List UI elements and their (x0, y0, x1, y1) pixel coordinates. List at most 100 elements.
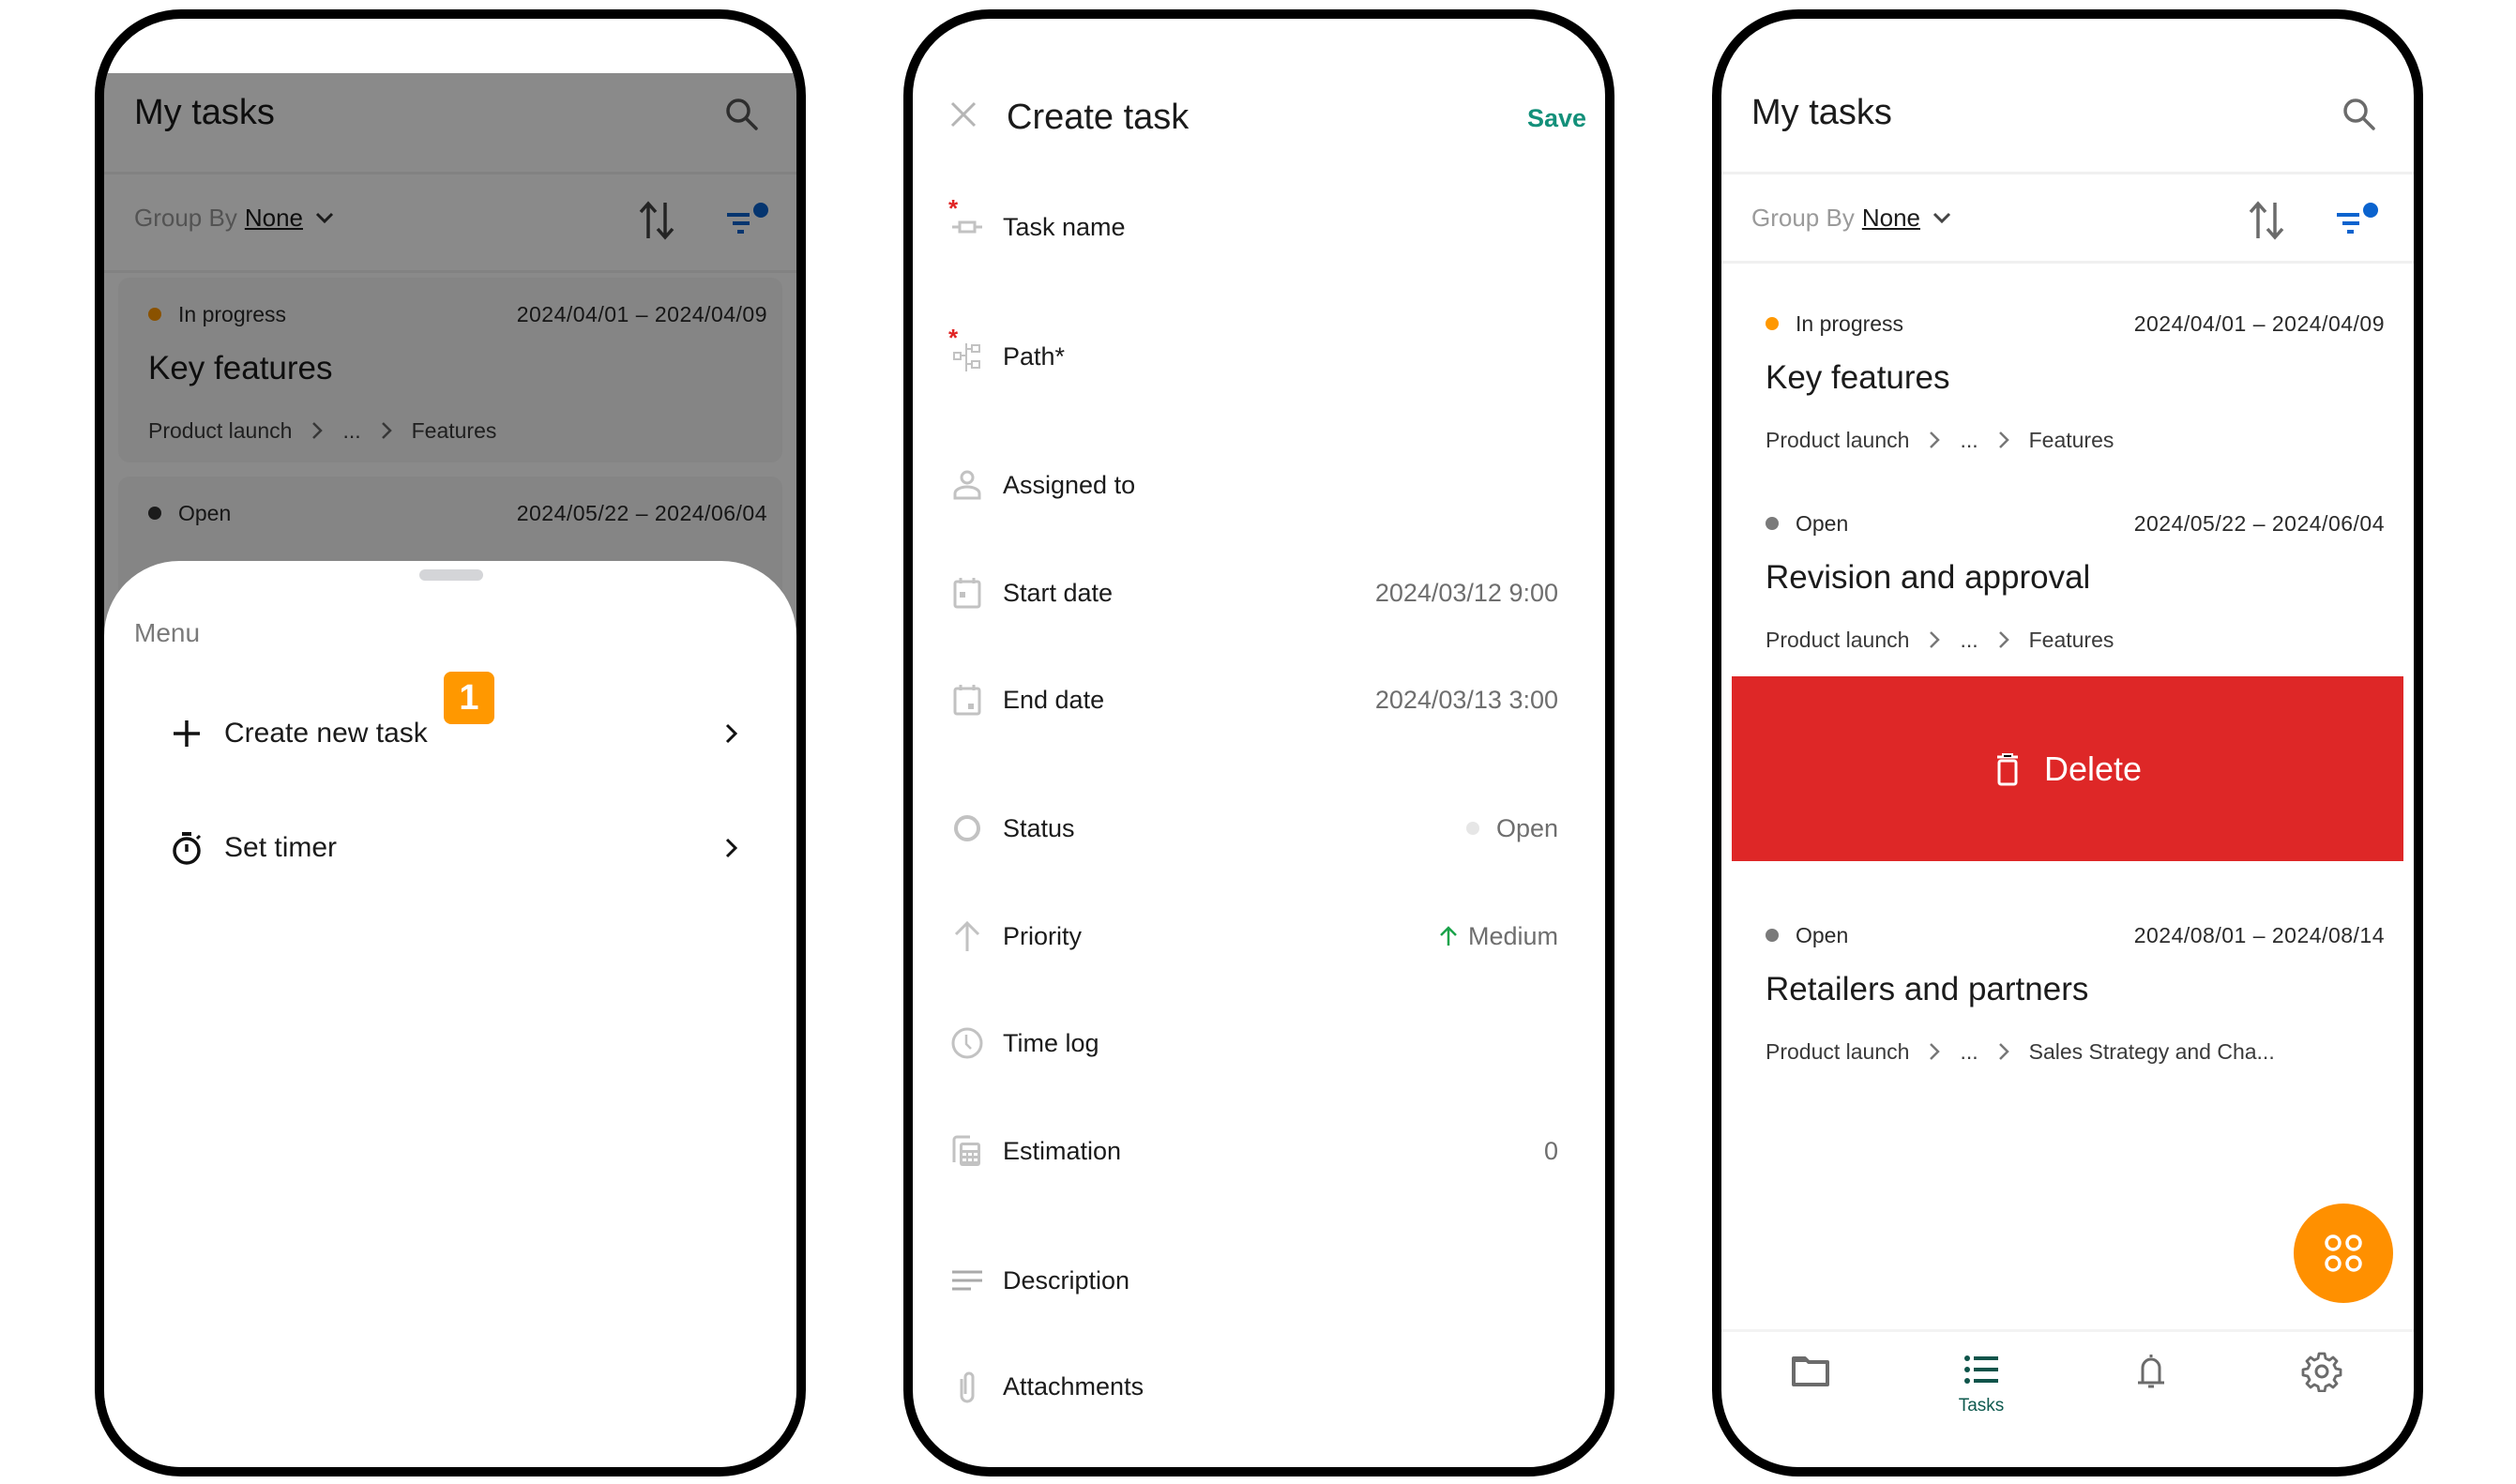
chevron-right-icon (1998, 1043, 2009, 1060)
search-icon[interactable] (2341, 96, 2378, 133)
chevron-right-icon (725, 838, 738, 858)
path-segment: Product launch (1766, 428, 1910, 452)
task-path: Product launch ... Features (1766, 626, 2114, 654)
task-title: Revision and approval (1766, 559, 2091, 596)
end-date-value: 2024/03/13 3:00 (1374, 685, 1558, 714)
field-label: End date (1003, 685, 1105, 714)
chevron-down-icon (1932, 212, 1951, 224)
phone-create-task-screen: Create task Save * Task name * Path* Ass… (903, 9, 1614, 1476)
status-field[interactable]: Status Open (950, 807, 1558, 850)
task-card[interactable]: Open 2024/08/01 – 2024/08/14 Retailers a… (1735, 899, 2400, 1083)
task-dates: 2024/05/22 – 2024/06/04 (2133, 511, 2385, 536)
task-title: Retailers and partners (1766, 971, 2089, 1007)
field-label: Status (1003, 813, 1075, 842)
path-segment: ... (1960, 628, 1978, 652)
required-marker: * (948, 324, 959, 352)
status-label: Open (1796, 511, 1849, 536)
field-label: Start date (1003, 578, 1114, 607)
status-dot (1465, 822, 1479, 835)
attachments-field[interactable]: Attachments (950, 1365, 1558, 1408)
priority-value: Medium (1467, 921, 1558, 950)
field-label: Attachments (1003, 1371, 1144, 1401)
priority-field[interactable]: Priority Medium (950, 915, 1558, 958)
bottom-navigation: Tasks (1721, 1329, 2414, 1445)
arrow-up-icon (954, 920, 980, 951)
status-dot (1766, 517, 1779, 530)
menu-item-set-timer[interactable]: Set timer (170, 820, 740, 876)
path-field[interactable]: * Path* (948, 326, 1558, 378)
chevron-right-icon (1998, 631, 2009, 648)
step-badge: 1 (444, 672, 494, 724)
divider (1721, 172, 2414, 174)
field-label: Task name (1003, 212, 1126, 241)
nav-item-settings[interactable] (2275, 1351, 2369, 1392)
task-name-field[interactable]: * Task name (948, 196, 1558, 249)
time-log-field[interactable]: Time log (950, 1022, 1558, 1065)
clock-icon (951, 1027, 983, 1059)
start-date-field[interactable]: Start date 2024/03/12 9:00 (950, 571, 1558, 614)
save-button[interactable]: Save (1527, 103, 1586, 133)
task-dates: 2024/08/01 – 2024/08/14 (2133, 923, 2385, 947)
task-card[interactable]: Open 2024/05/22 – 2024/06/04 Revision an… (1735, 487, 2400, 672)
path-segment: Features (2028, 428, 2114, 452)
status-label: In progress (1796, 311, 1904, 336)
divider (1721, 261, 2414, 264)
phone-menu-screen: My tasks Group By None In progress 2024/… (95, 9, 806, 1476)
delete-swipe-button[interactable]: Delete (1732, 676, 2403, 861)
field-label: Path* (1003, 341, 1066, 371)
chevron-right-icon (1930, 631, 1941, 648)
chevron-right-icon (725, 723, 738, 744)
nav-item-notifications[interactable] (2104, 1351, 2198, 1392)
chevron-right-icon (1930, 432, 1941, 448)
estimation-field[interactable]: Estimation 0 (950, 1129, 1558, 1173)
nav-item-projects[interactable] (1764, 1351, 1857, 1392)
calendar-start-icon (953, 578, 981, 609)
folder-icon (1792, 1356, 1829, 1386)
sort-icon[interactable] (2247, 199, 2288, 242)
calculator-icon (952, 1135, 980, 1166)
task-status: Open (1766, 509, 1848, 538)
path-segment: ... (1960, 428, 1978, 452)
start-date-value: 2024/03/12 9:00 (1374, 578, 1558, 607)
drag-handle[interactable] (419, 569, 483, 581)
status-label: Open (1796, 923, 1849, 947)
bell-icon (2138, 1355, 2164, 1388)
task-dates: 2024/04/01 – 2024/04/09 (2133, 311, 2385, 336)
priority-arrow-icon (1440, 926, 1457, 946)
nav-item-tasks[interactable]: Tasks (1934, 1351, 2028, 1416)
chevron-right-icon (1930, 1043, 1941, 1060)
group-by-label: Group By (1751, 204, 1855, 232)
task-status: In progress (1766, 310, 1903, 338)
status-dot (1766, 317, 1779, 330)
status-circle-icon (954, 815, 980, 841)
path-segment: Product launch (1766, 628, 1910, 652)
field-label: Assigned to (1003, 470, 1136, 499)
description-field[interactable]: Description (950, 1259, 1558, 1302)
close-icon[interactable] (950, 101, 977, 128)
grid-dots-icon (2325, 1234, 2362, 1272)
stopwatch-icon (173, 832, 202, 865)
task-path: Product launch ... Features (1766, 426, 2114, 454)
required-marker: * (948, 194, 959, 222)
page-title: Create task (1007, 98, 1190, 137)
path-segment: Features (2028, 628, 2114, 652)
menu-heading: Menu (134, 618, 201, 647)
task-status: Open (1766, 921, 1848, 949)
status-dot (1766, 929, 1779, 942)
status-value: Open (1495, 813, 1558, 842)
end-date-field[interactable]: End date 2024/03/13 3:00 (950, 678, 1558, 721)
task-title: Key features (1766, 359, 1950, 396)
field-label: Description (1003, 1265, 1130, 1295)
text-field-icon: * (948, 196, 984, 244)
filter-icon[interactable] (2335, 202, 2380, 239)
nav-label: Tasks (1958, 1396, 2005, 1416)
path-segment: Product launch (1766, 1039, 1910, 1064)
menu-item-label: Set timer (224, 832, 338, 863)
group-by-dropdown[interactable]: Group By None (1751, 203, 1952, 233)
text-lines-icon (952, 1270, 982, 1291)
calendar-end-icon (953, 685, 981, 716)
quick-actions-fab[interactable] (2294, 1204, 2393, 1303)
task-card[interactable]: In progress 2024/04/01 – 2024/04/09 Key … (1735, 287, 2400, 472)
assigned-to-field[interactable]: Assigned to (950, 463, 1558, 507)
phone-task-list-screen: My tasks Group By None In progress 2024/… (1712, 9, 2423, 1476)
